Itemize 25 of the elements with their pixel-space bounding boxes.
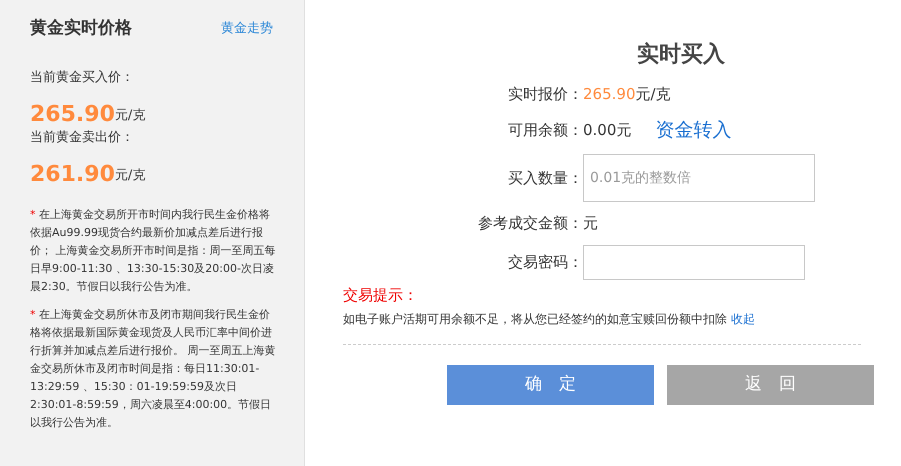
- password-input[interactable]: [583, 244, 805, 280]
- confirm-button[interactable]: 确 定: [447, 365, 654, 405]
- field-label: 买入数量：: [507, 168, 583, 189]
- price-value: 265.90元/克: [583, 84, 671, 105]
- amount-value: 元: [583, 213, 598, 234]
- field-label: 实时报价：: [507, 84, 583, 105]
- tip-title: 交易提示：: [343, 284, 419, 306]
- sidebar-title: 黄金实时价格: [30, 17, 132, 40]
- balance-value: 0.00元: [583, 120, 632, 140]
- back-button[interactable]: 返 回: [667, 365, 874, 405]
- transfer-link[interactable]: 资金转入: [655, 116, 732, 144]
- price-value: 261.90元/克: [30, 160, 146, 186]
- price-label: 当前黄金卖出价：: [30, 128, 135, 146]
- field-label: 交易密码：: [507, 252, 583, 273]
- note-text: * 在上海黄金交易所休市及闭市期间我行民生金价格将依据最新国际黄金现货及人民币汇率中间价进行折算并加减点差后进行报价。 周一至周五上海黄金交易所休市及闭市时间是指：每日11:30:01-13:29:59 、15:30：01-19:59:59及次日2:30:01-8:59:59，周六凌晨至4:00:00。节假日以我行公告为准。: [30, 306, 276, 430]
- note-text: * 在上海黄金交易所开市时间内我行民生金价格将依据Au99.99现货合约最新价加减点差后进行报价； 上海黄金交易所开市时间是指：周一至周五每日早9:00-11:30 、13:30-15:30及20:00-次日凌晨2:30。节假日以我行公告为准。: [30, 206, 276, 294]
- collapse-link[interactable]: 收起: [730, 312, 755, 326]
- form-title: 实时买入: [637, 41, 725, 69]
- price-label: 当前黄金买入价：: [30, 68, 135, 86]
- field-label: 参考成交金额：: [477, 213, 583, 234]
- trend-link[interactable]: 黄金走势: [221, 19, 273, 38]
- tip-text: 如电子账户活期可用余额不足，将从您已经签约的如意宝赎回份额中扣除 收起: [343, 311, 756, 328]
- field-label: 可用余额：: [507, 120, 583, 140]
- price-value: 265.90元/克: [30, 100, 146, 126]
- quantity-input[interactable]: 0.01克的整数倍: [583, 154, 815, 202]
